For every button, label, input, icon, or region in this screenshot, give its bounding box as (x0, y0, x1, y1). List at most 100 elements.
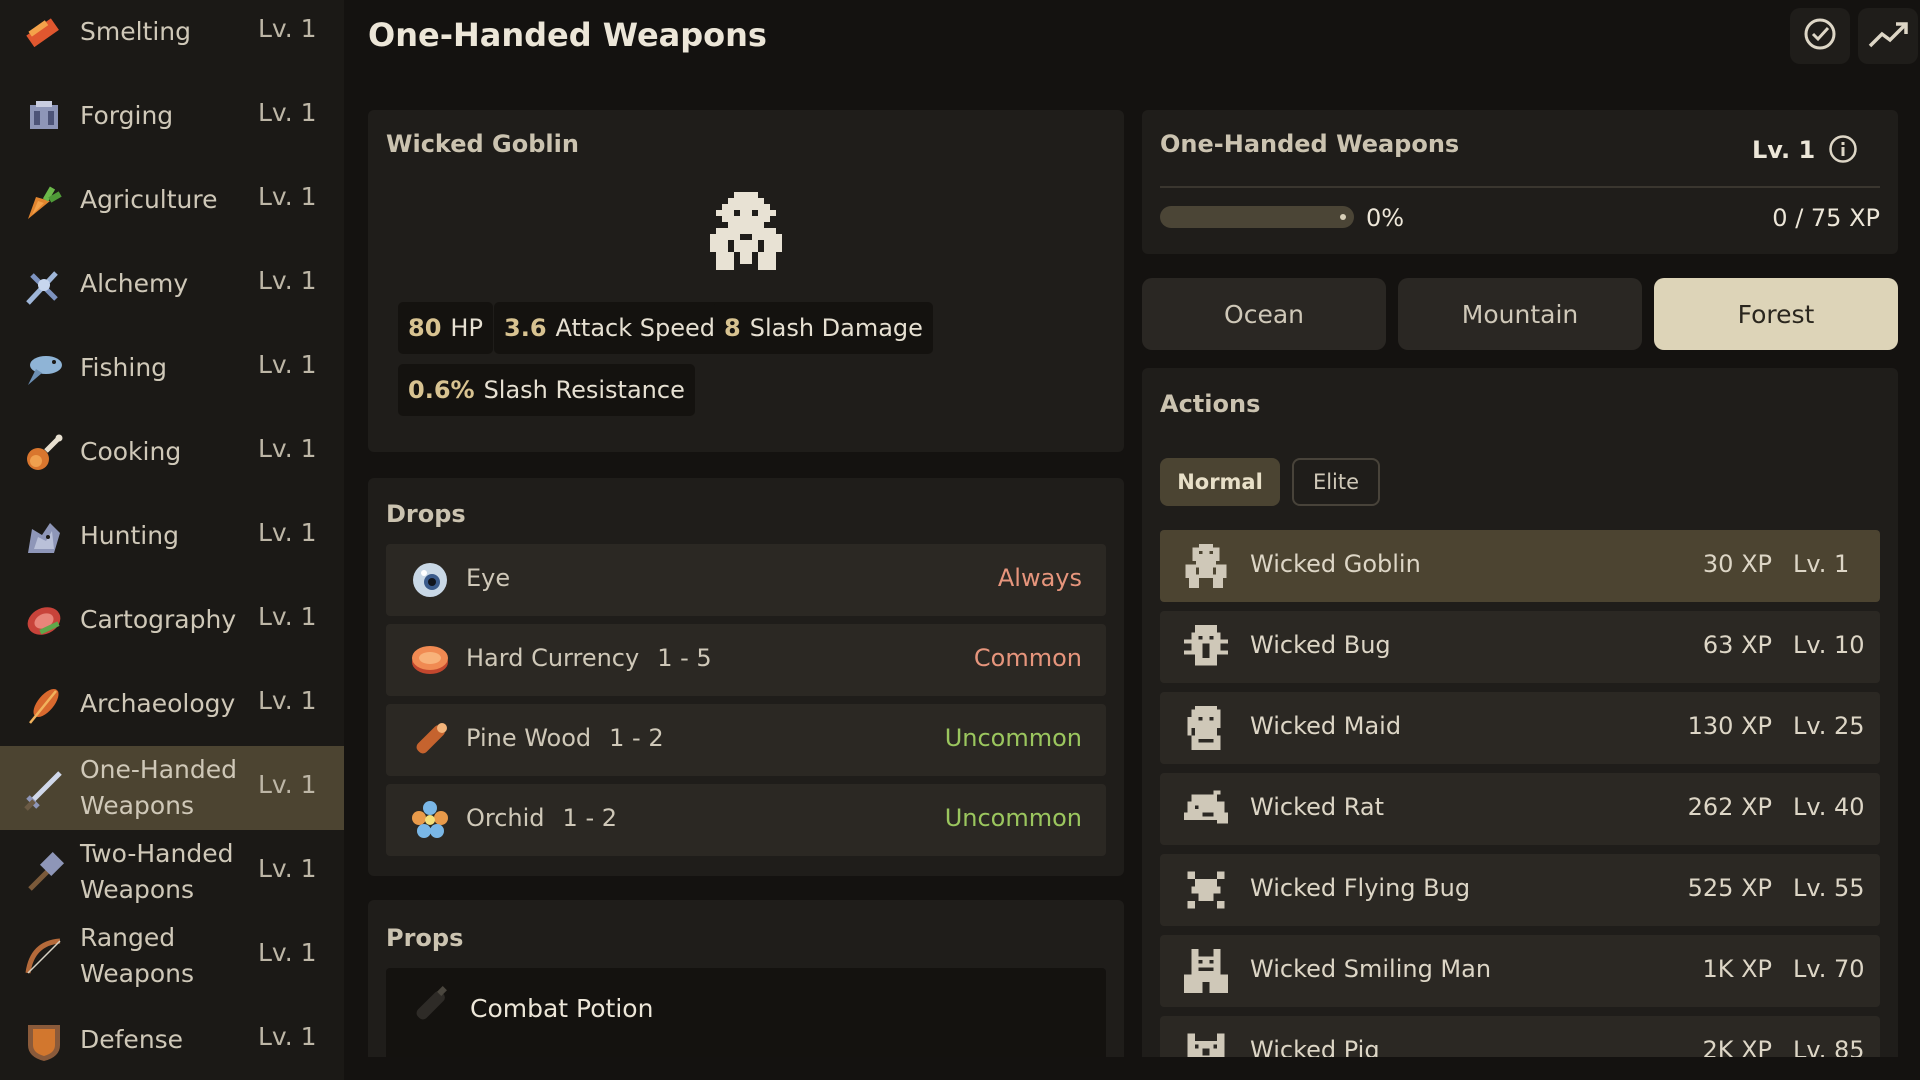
sidebar-item-label: Fishing (80, 353, 168, 382)
sidebar-item-label: Two-Handed Weapons (80, 839, 234, 904)
sidebar-item-label: Defense (80, 1025, 184, 1054)
flying-bug-icon (1184, 868, 1228, 912)
check-circle-icon (1802, 16, 1838, 56)
stat-label: HP (450, 314, 483, 342)
zone-ocean-button[interactable]: Ocean (1142, 278, 1386, 350)
rat-icon (1184, 787, 1228, 831)
action-xp: 525 XP (1687, 874, 1772, 902)
drop-row[interactable]: Pine Wood 1 - 2 Uncommon (386, 704, 1106, 776)
sidebar-item-smelting[interactable]: Smelting Lv. 1 (0, 0, 344, 74)
action-level: Lv. 25 (1793, 712, 1865, 740)
props-title: Props (386, 924, 464, 952)
sidebar-item-level: Lv. 1 (258, 938, 317, 967)
zone-mountain-button[interactable]: Mountain (1398, 278, 1642, 350)
fish-icon (22, 347, 66, 391)
sidebar-item-label: Smelting (80, 17, 192, 46)
drop-row[interactable]: Eye Always (386, 544, 1106, 616)
goblin-icon (710, 192, 782, 274)
sidebar-item-forging[interactable]: Forging Lv. 1 (0, 74, 344, 158)
sidebar-item-archaeology[interactable]: Archaeology Lv. 1 (0, 662, 344, 746)
sidebar-item-alchemy[interactable]: Alchemy Lv. 1 (0, 242, 344, 326)
bow-icon (22, 935, 66, 979)
page-title: One-Handed Weapons (368, 16, 767, 54)
action-row[interactable]: Wicked Goblin 30 XP Lv. 1 (1160, 530, 1880, 602)
sidebar-item-level: Lv. 1 (258, 1022, 317, 1051)
sidebar-item-two-handed-weapons[interactable]: Two-Handed Weapons Lv. 1 (0, 830, 344, 914)
drop-name: Pine Wood (466, 724, 592, 752)
sidebar-item-hunting[interactable]: Hunting Lv. 1 (0, 494, 344, 578)
action-xp: 30 XP (1702, 550, 1772, 578)
goblin-icon (1184, 544, 1228, 588)
feather-icon (22, 683, 66, 727)
stat-value: 8 (724, 314, 741, 342)
drop-row[interactable]: Hard Currency 1 - 5 Common (386, 624, 1106, 696)
action-row[interactable]: Wicked Maid 130 XP Lv. 25 (1160, 692, 1880, 764)
sidebar-item-fishing[interactable]: Fishing Lv. 1 (0, 326, 344, 410)
xp-percent: 0% (1366, 204, 1405, 232)
sidebar-item-defense[interactable]: Defense Lv. 1 (0, 998, 344, 1080)
hammer-icon (22, 851, 66, 895)
sidebar-item-level: Lv. 1 (258, 14, 317, 43)
action-level: Lv. 40 (1793, 793, 1865, 821)
ingot-icon (22, 11, 66, 55)
action-row[interactable]: Wicked Smiling Man 1K XP Lv. 70 (1160, 935, 1880, 1007)
action-xp: 130 XP (1687, 712, 1772, 740)
enemy-card: Wicked Goblin 80 HP 3.6 Attack Speed 8 Slas… (368, 110, 1124, 452)
info-icon[interactable] (1828, 134, 1858, 168)
potion-icon (406, 982, 454, 1034)
shield-icon (22, 1019, 66, 1063)
sidebar-item-label: Cooking (80, 437, 182, 466)
wolf-icon (22, 515, 66, 559)
zone-forest-button[interactable]: Forest (1654, 278, 1898, 350)
tab-normal[interactable]: Normal (1160, 458, 1280, 506)
sidebar-item-ranged-weapons[interactable]: Ranged Weapons Lv. 1 (0, 914, 344, 998)
stat-hp: 80 HP (398, 302, 493, 354)
completed-button[interactable] (1790, 8, 1850, 64)
drops-card: Drops Eye Always Hard Currency 1 - 5 Comm… (368, 478, 1124, 876)
tab-elite[interactable]: Elite (1292, 458, 1380, 506)
sidebar-item-level: Lv. 1 (258, 770, 317, 799)
drop-name: Hard Currency (466, 644, 640, 672)
action-row[interactable]: Wicked Bug 63 XP Lv. 10 (1160, 611, 1880, 683)
sidebar-item-one-handed-weapons[interactable]: One-Handed Weapons Lv. 1 (0, 746, 344, 830)
sidebar-item-label: Archaeology (80, 689, 236, 718)
action-row[interactable]: Wicked Rat 262 XP Lv. 40 (1160, 773, 1880, 845)
sidebar-item-label: One-Handed Weapons (80, 755, 238, 820)
drop-quantity: 1 - 2 (562, 804, 618, 832)
stat-label: Slash Damage (749, 314, 923, 342)
action-row[interactable]: Wicked Flying Bug 525 XP Lv. 55 (1160, 854, 1880, 926)
sidebar-item-cartography[interactable]: Cartography Lv. 1 (0, 578, 344, 662)
coin-icon (410, 640, 450, 680)
stats-button[interactable] (1858, 8, 1918, 64)
stat-slash-damage: 8 Slash Damage (714, 302, 933, 354)
drop-row[interactable]: Orchid 1 - 2 Uncommon (386, 784, 1106, 856)
enemy-name: Wicked Goblin (386, 130, 579, 158)
action-xp: 63 XP (1702, 631, 1772, 659)
flower-icon (410, 800, 450, 840)
skill-card: One-Handed Weapons Lv. 1 0% 0 / 75 XP (1142, 110, 1898, 254)
eye-icon (410, 560, 450, 600)
divider (1160, 186, 1880, 188)
prop-name: Combat Potion (470, 994, 654, 1023)
sidebar-item-level: Lv. 1 (258, 98, 317, 127)
drop-rarity: Common (973, 644, 1082, 672)
sword-icon (22, 767, 66, 811)
drop-rarity: Uncommon (944, 804, 1082, 832)
sidebar-item-label: Ranged Weapons (80, 923, 194, 988)
sidebar-item-level: Lv. 1 (258, 434, 317, 463)
skill-title: One-Handed Weapons (1160, 130, 1460, 158)
sidebar-item-label: Forging (80, 101, 174, 130)
sidebar-item-level: Lv. 1 (258, 518, 317, 547)
sidebar-item-agriculture[interactable]: Agriculture Lv. 1 (0, 158, 344, 242)
anvil-icon (22, 95, 66, 139)
carrot-icon (22, 179, 66, 223)
action-name: Wicked Flying Bug (1250, 874, 1471, 902)
stat-attack-speed: 3.6 Attack Speed (494, 302, 725, 354)
drop-quantity: 1 - 2 (609, 724, 664, 752)
stat-value: 0.6% (408, 376, 475, 404)
alchemy-icon (22, 263, 66, 307)
sidebar-item-level: Lv. 1 (258, 602, 317, 631)
xp-progress-marker (1340, 214, 1346, 220)
sidebar-item-cooking[interactable]: Cooking Lv. 1 (0, 410, 344, 494)
action-xp: 1K XP (1702, 955, 1772, 983)
